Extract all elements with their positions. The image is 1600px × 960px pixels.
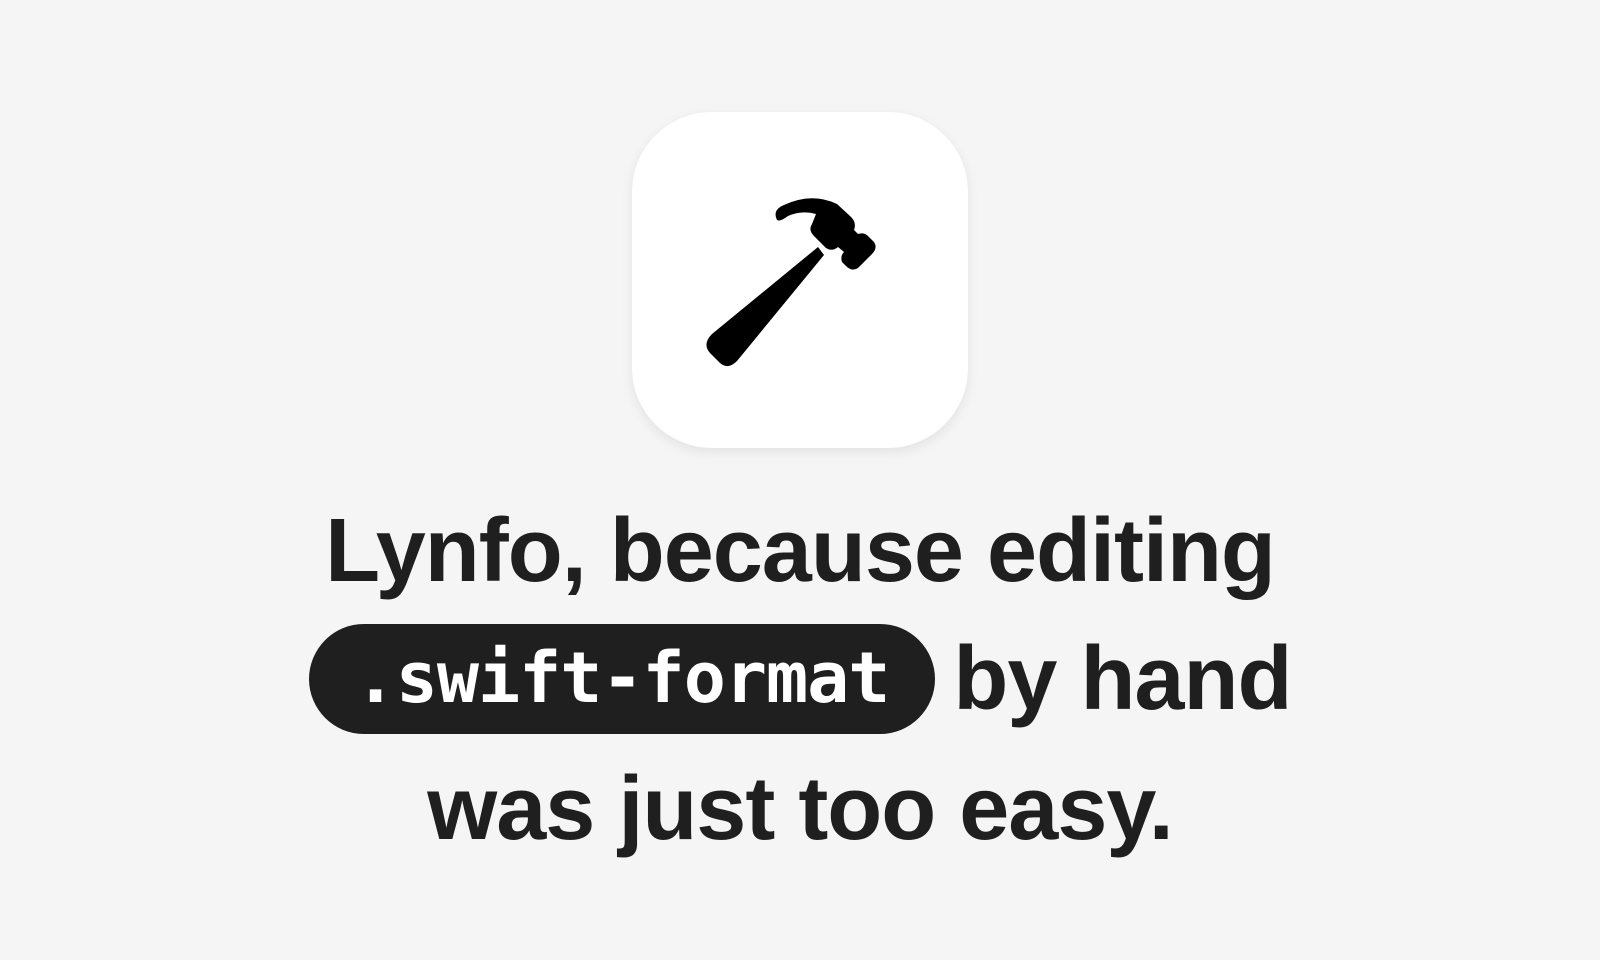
app-icon [632,112,968,448]
headline-line-3: was just too easy. [427,759,1174,859]
headline-line-2: .swift-format by hand [0,624,1600,740]
headline-line-1: Lynfo, because editing [325,501,1276,601]
code-pill: .swift-format [308,624,936,735]
headline-line-2-text: by hand [953,629,1292,729]
hammer-icon [706,198,876,367]
